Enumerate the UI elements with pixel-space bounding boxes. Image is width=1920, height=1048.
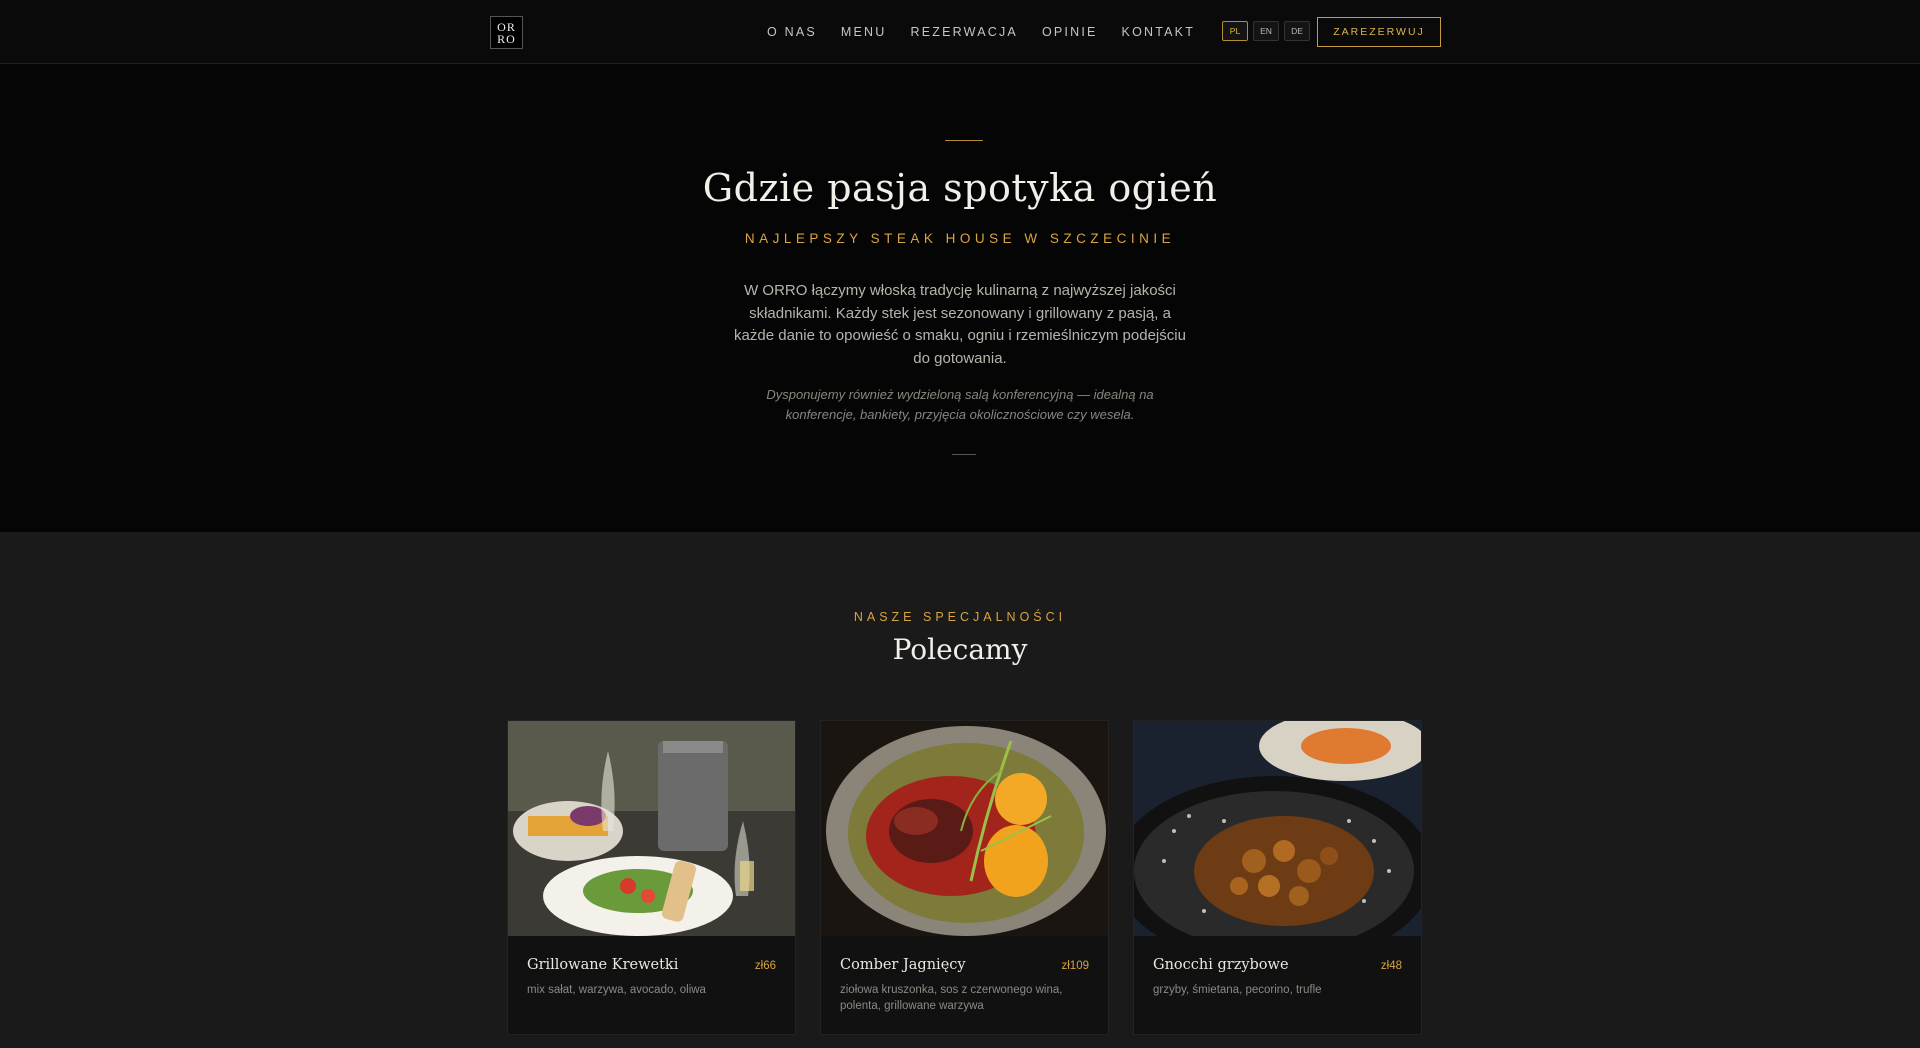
hero-title: Gdzie pasja spotyka ogień (702, 166, 1218, 210)
site-header: OR RO O NAS MENU REZERWACJA OPINIE KONTA… (0, 0, 1920, 64)
specials-subtitle: NASZE SPECJALNOŚCI (853, 610, 1067, 624)
main-nav: O NAS MENU REZERWACJA OPINIE KONTAKT (767, 0, 1219, 63)
hero-description: W ORRO łączymy włoską tradycję kulinarną… (734, 282, 1186, 367)
dish-price: zł66 (754, 960, 776, 972)
hero-divider-top (945, 140, 983, 141)
dish-price: zł109 (1061, 960, 1090, 972)
hero-divider-bottom (952, 454, 976, 455)
nav-link-menu[interactable]: MENU (841, 25, 887, 39)
dish-photo-comber (821, 721, 1108, 936)
orro-logo[interactable]: OR RO (490, 16, 523, 49)
nav-link-kontakt[interactable]: KONTAKT (1122, 25, 1196, 39)
nav-link-o-nas[interactable]: O NAS (767, 25, 817, 39)
dish-name: Grillowane Krewetki (527, 957, 679, 973)
lang-de-button[interactable]: DE (1284, 21, 1310, 41)
specials-title: Polecamy (892, 633, 1028, 666)
language-switcher: PL EN DE (1222, 21, 1310, 41)
dish-name: Comber Jagnięcy (840, 957, 966, 973)
lang-en-button[interactable]: EN (1253, 21, 1279, 41)
dish-description: mix sałat, warzywa, avocado, oliwa (527, 984, 706, 996)
dish-card-krewetki[interactable]: Grillowane Krewetki zł66 mix sałat, warz… (507, 720, 796, 1035)
dish-card-comber[interactable]: Comber Jagnięcy zł109 ziołowa kruszonka,… (820, 720, 1109, 1035)
nav-link-opinie[interactable]: OPINIE (1042, 25, 1098, 39)
lang-pl-button[interactable]: PL (1222, 21, 1248, 41)
dish-card-gnocchi[interactable]: Gnocchi grzybowe zł48 grzyby, śmietana, … (1133, 720, 1422, 1035)
dish-price: zł48 (1380, 960, 1402, 972)
dish-photo-krewetki (508, 721, 795, 936)
dish-description: ziołowa kruszonka, sos z czerwonego wina… (840, 984, 1063, 1012)
reserve-button[interactable]: ZAREZERWUJ (1317, 17, 1441, 47)
logo-text-bottom: RO (497, 31, 516, 46)
dish-description: grzyby, śmietana, pecorino, trufle (1153, 984, 1322, 996)
hero-subtitle: NAJLEPSZY STEAK HOUSE W SZCZECINIE (744, 231, 1176, 246)
hero-note: Dysponujemy również wydzieloną salą konf… (766, 387, 1154, 422)
logo-text-top: OR (497, 19, 516, 34)
nav-link-rezerwacja[interactable]: REZERWACJA (911, 25, 1018, 39)
dish-photo-gnocchi (1134, 721, 1421, 936)
dish-name: Gnocchi grzybowe (1153, 957, 1289, 973)
